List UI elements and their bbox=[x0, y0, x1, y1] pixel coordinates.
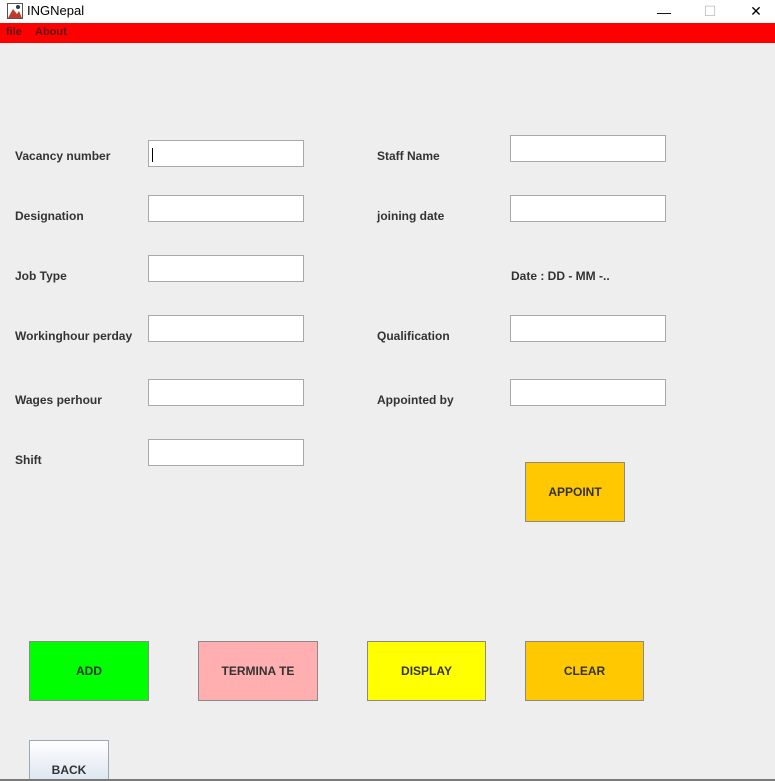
designation-input[interactable] bbox=[148, 195, 304, 222]
menu-bar: file About bbox=[0, 23, 775, 43]
close-icon[interactable]: ✕ bbox=[733, 0, 775, 23]
working-hour-input[interactable] bbox=[148, 315, 304, 342]
appointed-by-input[interactable] bbox=[510, 379, 666, 406]
vacancy-number-label: Vacancy number bbox=[15, 149, 111, 163]
minimize-icon[interactable]: — bbox=[641, 0, 687, 23]
maximize-icon[interactable]: ☐ bbox=[687, 0, 733, 23]
app-icon bbox=[7, 3, 23, 19]
appointed-by-label: Appointed by bbox=[377, 393, 454, 407]
qualification-label: Qualification bbox=[377, 329, 450, 343]
working-hour-label: Workinghour perday bbox=[15, 329, 133, 343]
appoint-button[interactable]: APPOINT bbox=[525, 462, 625, 522]
title-bar: INGNepal — ☐ ✕ bbox=[0, 0, 775, 23]
window-title: INGNepal bbox=[27, 3, 85, 18]
menu-file[interactable]: file bbox=[6, 26, 22, 38]
wages-label: Wages perhour bbox=[15, 393, 102, 407]
back-button[interactable]: BACK bbox=[29, 740, 109, 781]
display-button[interactable]: DISPLAY bbox=[367, 641, 486, 701]
designation-label: Designation bbox=[15, 209, 84, 223]
wages-input[interactable] bbox=[148, 379, 304, 406]
shift-label: Shift bbox=[15, 453, 42, 467]
clear-button[interactable]: CLEAR bbox=[525, 641, 644, 701]
joining-date-label: joining date bbox=[377, 209, 445, 223]
job-type-label: Job Type bbox=[15, 269, 67, 283]
vacancy-number-input[interactable] bbox=[148, 140, 304, 167]
menu-about[interactable]: About bbox=[35, 26, 67, 38]
job-type-input[interactable] bbox=[148, 255, 304, 282]
text-caret bbox=[152, 148, 153, 162]
terminate-button[interactable]: TERMINA TE bbox=[198, 641, 318, 701]
add-button[interactable]: ADD bbox=[29, 641, 149, 701]
staff-name-label: Staff Name bbox=[377, 149, 440, 163]
shift-input[interactable] bbox=[148, 439, 304, 466]
date-format-hint: Date : DD - MM -.. bbox=[511, 269, 610, 283]
qualification-input[interactable] bbox=[510, 315, 666, 342]
staff-name-input[interactable] bbox=[510, 135, 666, 162]
joining-date-input[interactable] bbox=[510, 195, 666, 222]
